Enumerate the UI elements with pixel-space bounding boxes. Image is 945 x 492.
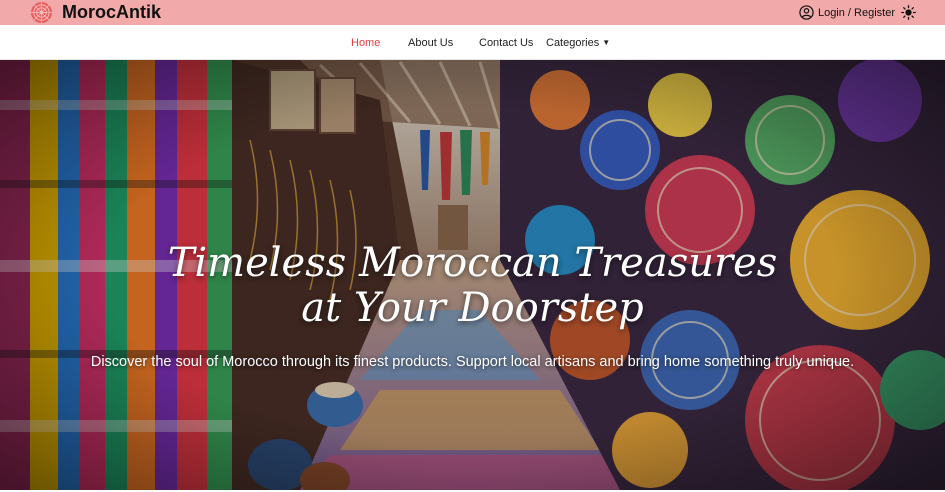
- hero-subtitle: Discover the soul of Morocco through its…: [90, 354, 855, 370]
- login-register-link[interactable]: Login / Register: [799, 4, 895, 21]
- hero-title-line-1: Timeless Moroccan Treasures: [167, 240, 778, 286]
- hero-title-line-2: at Your Doorstep: [301, 285, 644, 331]
- brand-name[interactable]: MorocAntik: [62, 2, 161, 23]
- top-bar: MorocAntik Login / Register: [0, 0, 945, 25]
- user-circle-icon: [799, 5, 814, 20]
- nav-item-about-us[interactable]: About Us: [408, 36, 453, 50]
- nav-item-categories[interactable]: Categories ▼: [546, 36, 610, 50]
- hero-banner: Timeless Moroccan Treasures at Your Door…: [0, 60, 945, 490]
- sun-icon[interactable]: [901, 5, 916, 20]
- login-register-label: Login / Register: [817, 6, 895, 19]
- caret-down-icon: ▼: [602, 38, 611, 47]
- mandala-icon[interactable]: [30, 1, 53, 24]
- nav-item-home[interactable]: Home: [351, 36, 380, 50]
- nav-item-contact-us[interactable]: Contact Us: [479, 36, 533, 50]
- main-nav: Home About Us Contact Us Categories ▼: [0, 25, 945, 60]
- categories-label: Categories: [546, 37, 600, 49]
